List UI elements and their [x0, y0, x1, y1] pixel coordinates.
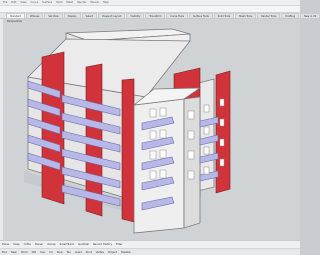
tab-new-in-v6[interactable]: New in V6	[300, 13, 320, 18]
menu-surface[interactable]: Surface	[42, 1, 52, 4]
menu-panels[interactable]: Panels	[90, 1, 98, 4]
status-mid[interactable]: Mid	[32, 251, 37, 254]
status-bar: Plane Snap Ortho Planar Osnap SmartTrack Gumba…	[0, 240, 300, 255]
tab-select[interactable]: Select	[81, 13, 97, 18]
tab-visibility[interactable]: Visibility	[126, 13, 145, 18]
tab-set-view[interactable]: Set View	[44, 13, 63, 18]
menu-render[interactable]: Render	[77, 1, 86, 4]
menu-edit[interactable]: Edit	[11, 1, 16, 4]
red-column-3	[121, 78, 135, 223]
tab-mesh-tools[interactable]: Mesh Tools	[235, 13, 257, 18]
menu-mesh[interactable]: Mesh	[66, 1, 73, 4]
status-gumball[interactable]: Gumball	[78, 243, 89, 246]
tab-curve-tools[interactable]: Curve Tools	[166, 13, 189, 18]
status-row-osnaps: End Near Point Mid Cen Int Perp Tan Quad Knot Vert…	[0, 248, 300, 255]
viewport-label[interactable]: Perspective	[7, 20, 22, 23]
tab-standard[interactable]: Standard	[6, 13, 25, 18]
tab-solid-tools[interactable]: Solid Tools	[213, 13, 235, 18]
menu-curve[interactable]: Curve	[31, 1, 39, 4]
status-tan[interactable]: Tan	[66, 251, 70, 254]
status-cen[interactable]: Cen	[40, 251, 45, 254]
status-plane[interactable]: Plane	[2, 243, 9, 246]
status-int[interactable]: Int	[49, 251, 52, 254]
status-planar[interactable]: Planar	[35, 243, 43, 246]
tab-display[interactable]: Display	[63, 13, 81, 18]
status-disable[interactable]: Disable	[121, 251, 131, 254]
toolbar	[0, 6, 300, 13]
status-knot[interactable]: Knot	[86, 251, 92, 254]
status-perp[interactable]: Perp	[57, 251, 63, 254]
tab-cplanes[interactable]: CPlanes	[25, 13, 44, 18]
status-filter[interactable]: Filter	[116, 243, 122, 246]
tab-drafting[interactable]: Drafting	[281, 13, 300, 18]
status-project[interactable]: Project	[108, 251, 117, 254]
status-quad[interactable]: Quad	[75, 251, 82, 254]
viewport-perspective[interactable]: Perspective	[4, 19, 300, 240]
status-end[interactable]: End	[2, 251, 7, 254]
menu-view[interactable]: View	[20, 1, 26, 4]
status-near[interactable]: Near	[11, 251, 17, 254]
status-ortho[interactable]: Ortho	[24, 243, 31, 246]
status-record-history[interactable]: Record History	[93, 243, 112, 246]
menu-file[interactable]: File	[3, 1, 7, 4]
tab-surface-tools[interactable]: Surface Tools	[189, 13, 213, 18]
status-snap[interactable]: Snap	[13, 243, 20, 246]
status-smarttrack[interactable]: SmartTrack	[59, 243, 74, 246]
menu-solid[interactable]: Solid	[56, 1, 62, 4]
menu-help[interactable]: Help	[103, 1, 109, 4]
status-point[interactable]: Point	[21, 251, 27, 254]
tab-render-tools[interactable]: Render Tools	[257, 13, 281, 18]
tab-transform[interactable]: Transform	[145, 13, 166, 18]
status-osnap[interactable]: Osnap	[47, 243, 55, 246]
building-3d-model	[24, 28, 231, 234]
status-row-toggles: Plane Snap Ortho Planar Osnap SmartTrack Gumba…	[0, 241, 300, 248]
tab-viewport-layout[interactable]: Viewport Layout	[97, 13, 126, 18]
status-vertex[interactable]: Vertex	[96, 251, 104, 254]
